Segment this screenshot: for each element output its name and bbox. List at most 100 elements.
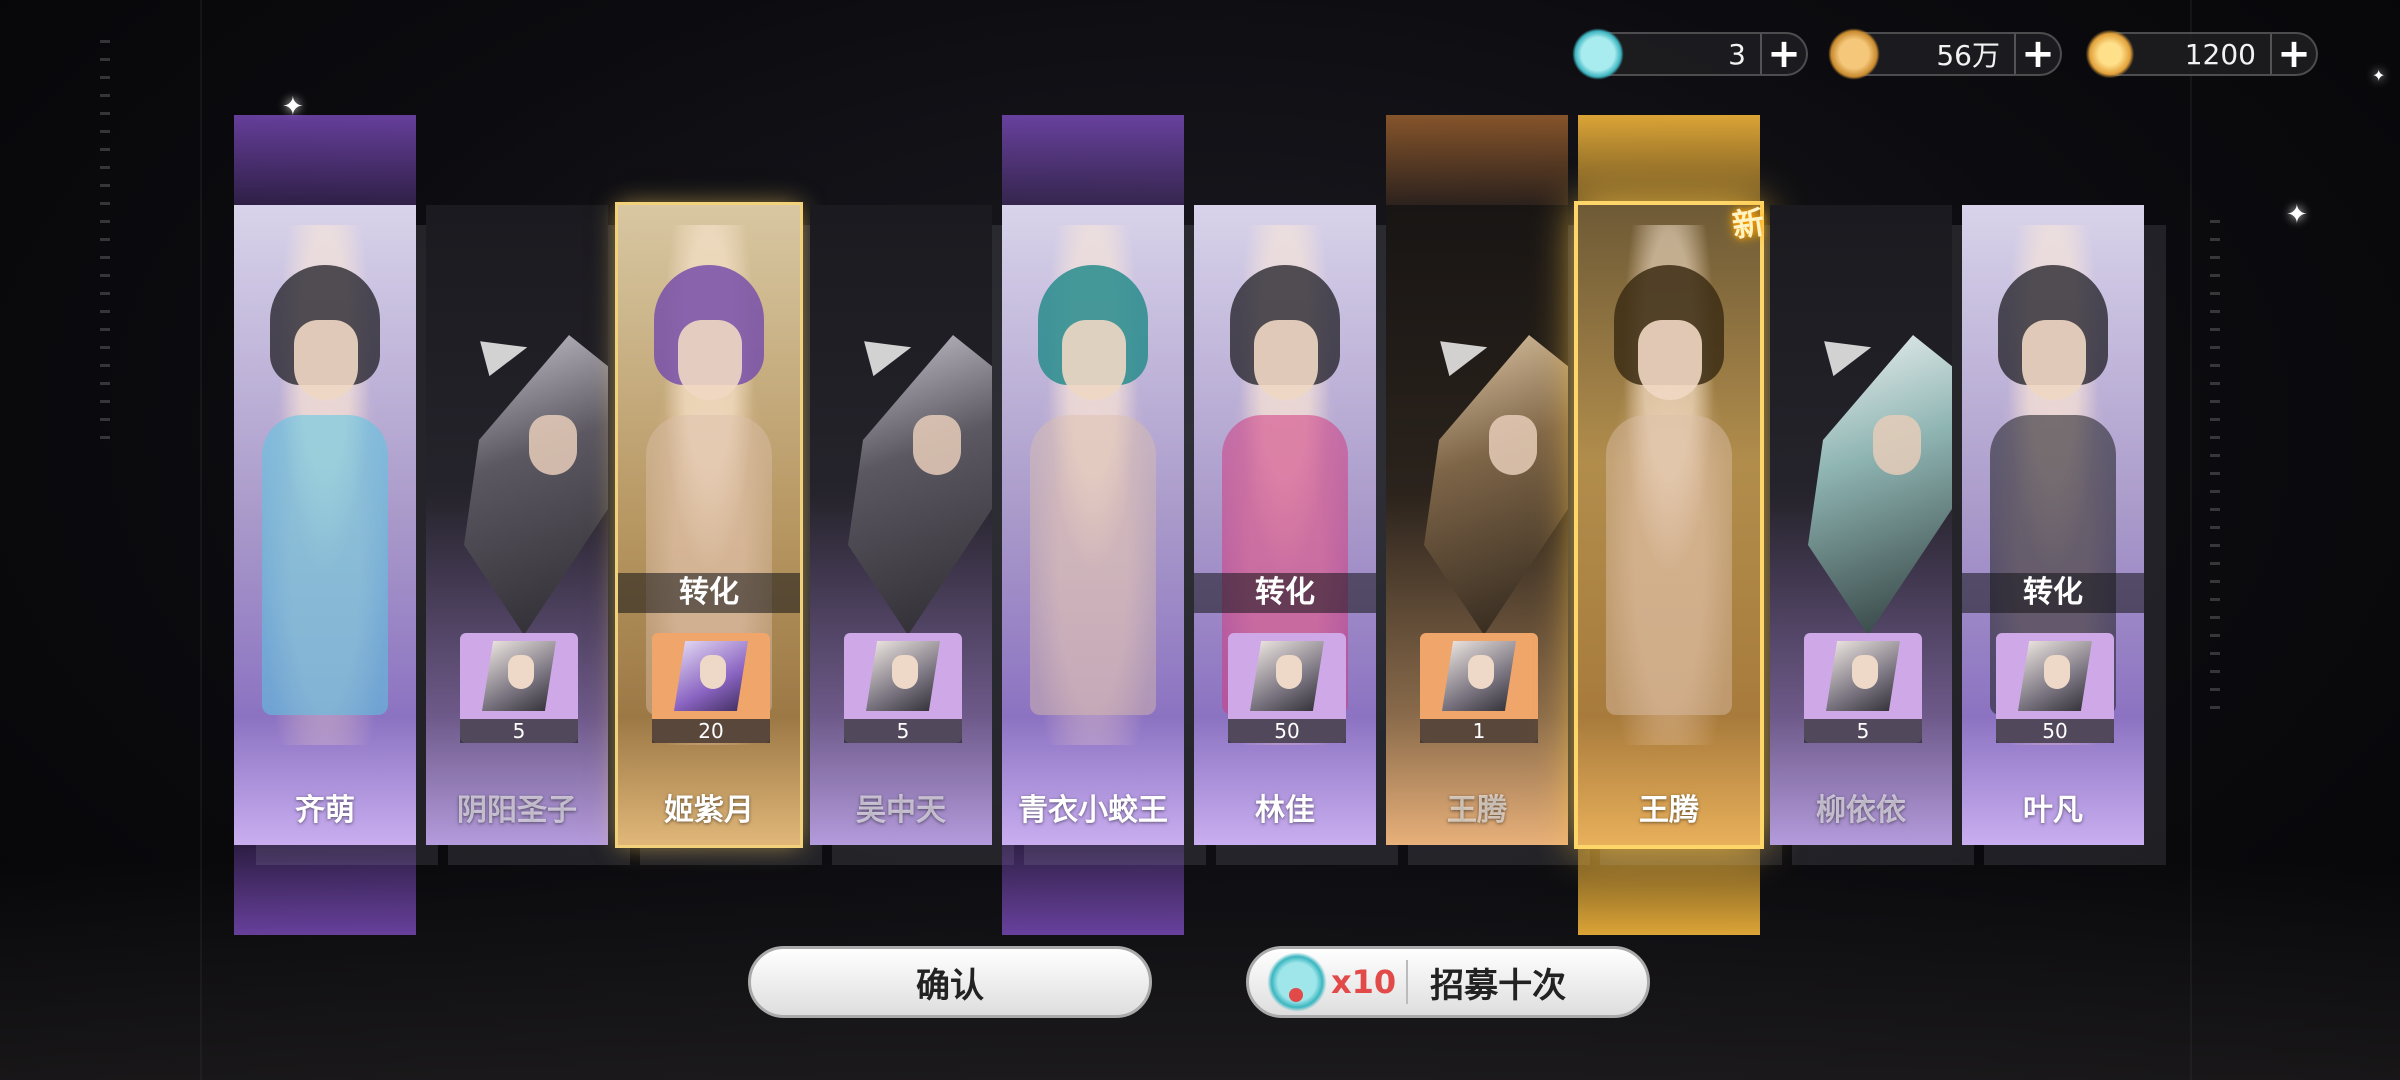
- gold-coin-icon: [1828, 28, 1880, 80]
- hero-shard: 5: [460, 633, 578, 743]
- fish-ticket-icon: [1267, 952, 1327, 1012]
- hero-name: 林佳: [1255, 793, 1315, 828]
- portrait-face: [2022, 320, 2086, 400]
- recruit-ten-button[interactable]: x10 招募十次: [1246, 946, 1650, 1018]
- hero-shard: 50: [1996, 633, 2114, 743]
- hero-diamond-portrait: [464, 335, 608, 635]
- card-panel: 青衣小蛟王: [1002, 205, 1184, 845]
- card-panel: 转化 50 林佳: [1194, 205, 1376, 845]
- convert-label: 转化: [618, 573, 800, 613]
- add-gold-button[interactable]: +: [2014, 31, 2060, 77]
- hero-name: 齐萌: [295, 793, 355, 828]
- card-panel: 齐萌: [234, 205, 416, 845]
- hero-portrait: [244, 225, 406, 745]
- hero-name: 姬紫月: [664, 793, 754, 828]
- shard-count: 1: [1420, 719, 1538, 743]
- shard-count: 5: [460, 719, 578, 743]
- confirm-button[interactable]: 确认: [748, 946, 1152, 1018]
- shard-count: 20: [652, 719, 770, 743]
- hero-shard: 50: [1228, 633, 1346, 743]
- hero-name: 阴阳圣子: [457, 793, 577, 828]
- bg-dot-column: [100, 40, 110, 440]
- shard-portrait-icon: [1442, 641, 1516, 711]
- hero-card[interactable]: 转化 20 姬紫月: [615, 202, 822, 865]
- shard-portrait-icon: [1826, 641, 1900, 711]
- bg-dot-column: [2210, 220, 2220, 720]
- hero-name: 青衣小蛟王: [1018, 793, 1168, 828]
- shard-count: 5: [844, 719, 962, 743]
- currency-fish-ticket: 3 +: [1572, 28, 1808, 80]
- card-panel: 王腾: [1574, 201, 1764, 849]
- floor-glow: [0, 860, 2400, 1080]
- add-fish-ticket-button[interactable]: +: [1760, 31, 1806, 77]
- portrait-body: [1606, 415, 1732, 715]
- convert-label: 转化: [1962, 573, 2144, 613]
- hero-card[interactable]: 王腾 新: [1574, 201, 1782, 865]
- hero-shard: 20: [652, 633, 770, 743]
- add-spirit-stone-button[interactable]: +: [2270, 31, 2316, 77]
- hero-shard: 5: [1804, 633, 1922, 743]
- recruit-ten-label: 招募十次: [1430, 965, 1567, 1006]
- hero-diamond-portrait: [1424, 335, 1568, 635]
- shard-count: 50: [1996, 719, 2114, 743]
- hero-card[interactable]: 5 吴中天: [810, 205, 1014, 865]
- portrait-body: [1030, 415, 1156, 715]
- hero-diamond-portrait: [848, 335, 992, 635]
- hero-shard: 1: [1420, 633, 1538, 743]
- portrait-face: [1254, 320, 1318, 400]
- hero-name: 王腾: [1639, 793, 1699, 828]
- recruit-cost: x10: [1331, 963, 1397, 1001]
- hero-name: 叶凡: [2023, 793, 2083, 828]
- card-panel: 5 阴阳圣子: [426, 205, 608, 845]
- diamond-frame: [1808, 335, 1952, 635]
- portrait-face: [294, 320, 358, 400]
- sparkle-icon: ✦: [282, 92, 304, 122]
- hero-name: 王腾: [1447, 793, 1507, 828]
- shard-portrait-icon: [482, 641, 556, 711]
- card-panel: 5 柳依依: [1770, 205, 1952, 845]
- portrait-face: [1638, 320, 1702, 400]
- currency-spirit-stone: 1200 +: [2084, 28, 2318, 80]
- sparkle-icon: ✦: [2286, 200, 2308, 230]
- hero-card[interactable]: 转化 50 叶凡: [1962, 205, 2166, 865]
- portrait-body: [262, 415, 388, 715]
- hero-portrait: [1588, 225, 1750, 745]
- hero-name: 柳依依: [1816, 793, 1906, 828]
- new-badge: 新: [1729, 202, 1767, 246]
- shard-portrait-icon: [866, 641, 940, 711]
- card-panel: 转化 20 姬紫月: [615, 202, 803, 848]
- diamond-frame: [464, 335, 608, 635]
- card-panel: 5 吴中天: [810, 205, 992, 845]
- portrait-face: [529, 415, 577, 475]
- fish-ticket-icon: [1572, 28, 1624, 80]
- hero-card[interactable]: 5 阴阳圣子: [426, 205, 630, 865]
- portrait-face: [1489, 415, 1537, 475]
- spirit-stone-icon: [2084, 28, 2136, 80]
- convert-label: 转化: [1194, 573, 1376, 613]
- hero-portrait: [1012, 225, 1174, 745]
- portrait-face: [1062, 320, 1126, 400]
- shard-portrait-icon: [1250, 641, 1324, 711]
- diamond-frame: [848, 335, 992, 635]
- hero-card[interactable]: 5 柳依依: [1770, 205, 1974, 865]
- card-panel: 1 王腾: [1386, 205, 1568, 845]
- recruit-result-cards: 齐萌 5 阴阳圣子 转化 20 姬紫月 5 吴中天 青衣小蛟王 转化 50 林佳…: [230, 115, 2166, 935]
- sparkle-icon: ✦: [2372, 66, 2386, 85]
- shard-portrait-icon: [2018, 641, 2092, 711]
- shard-count: 5: [1804, 719, 1922, 743]
- diamond-frame: [1424, 335, 1568, 635]
- button-separator: [1406, 960, 1409, 1004]
- hero-diamond-portrait: [1808, 335, 1952, 635]
- hero-card[interactable]: 齐萌: [234, 205, 438, 865]
- card-panel: 转化 50 叶凡: [1962, 205, 2144, 845]
- portrait-face: [1873, 415, 1921, 475]
- hero-card[interactable]: 1 王腾: [1386, 205, 1590, 865]
- hero-shard: 5: [844, 633, 962, 743]
- hero-card[interactable]: 转化 50 林佳: [1194, 205, 1398, 865]
- portrait-face: [678, 320, 742, 400]
- shard-count: 50: [1228, 719, 1346, 743]
- hero-name: 吴中天: [856, 793, 946, 828]
- currency-gold: 56万 +: [1828, 28, 2062, 80]
- portrait-face: [913, 415, 961, 475]
- hero-card[interactable]: 青衣小蛟王: [1002, 205, 1206, 865]
